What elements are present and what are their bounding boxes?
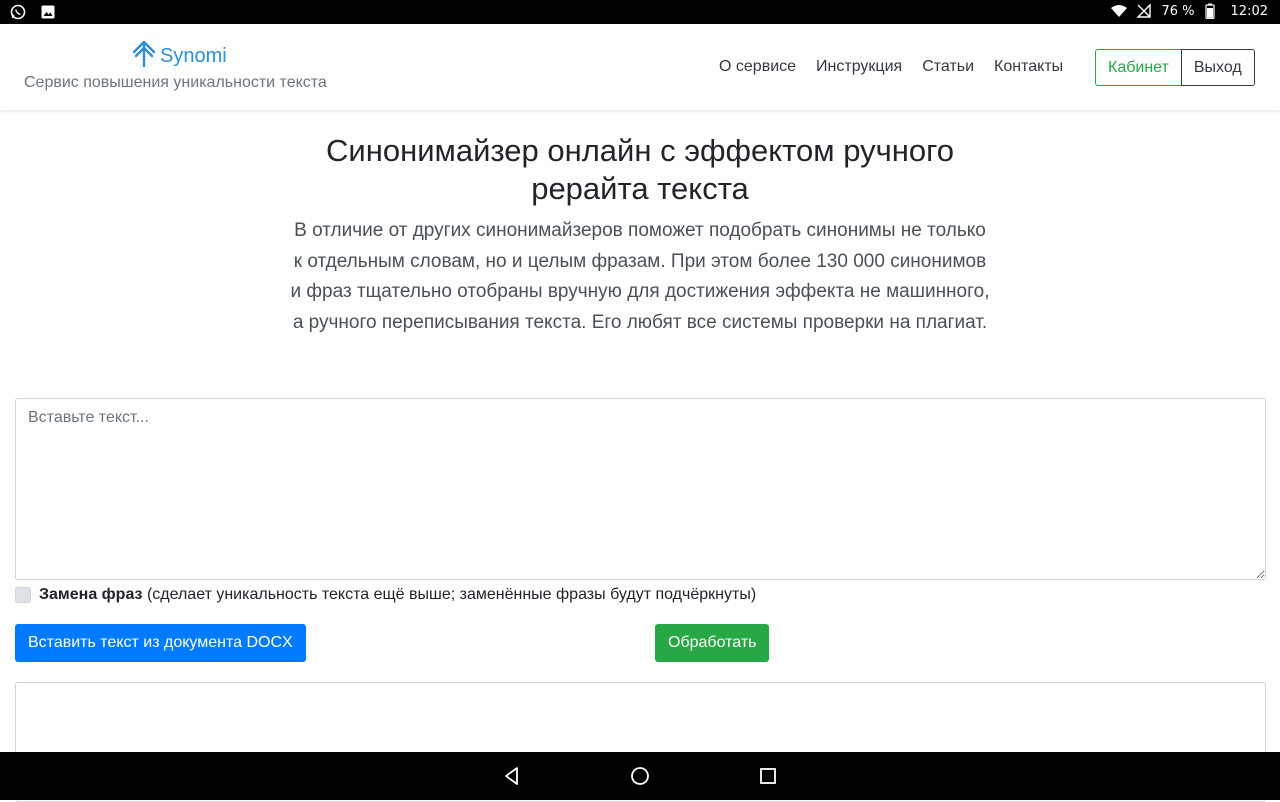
brand-logo[interactable]: Synomi: [132, 40, 227, 73]
nav-contacts[interactable]: Контакты: [994, 58, 1063, 76]
whatsapp-icon: [10, 4, 26, 20]
main-nav: О сервисе Инструкция Статьи Контакты: [719, 58, 1063, 76]
page-title: Синонимайзер онлайн с эффектом ручного р…: [326, 133, 954, 206]
account-buttons: Кабинет Выход: [1095, 49, 1255, 86]
insert-docx-button[interactable]: Вставить текст из документа DOCX: [15, 624, 306, 662]
phrase-replace-hint: (сделает уникальность текста ещё выше; з…: [146, 586, 757, 603]
phrase-replace-checkbox[interactable]: [15, 587, 31, 603]
battery-percent: 76 %: [1161, 3, 1195, 19]
brand-name: Synomi: [160, 45, 227, 67]
android-nav-bar: [0, 752, 1280, 800]
recents-icon[interactable]: [758, 766, 778, 786]
nav-instructions[interactable]: Инструкция: [816, 58, 902, 76]
source-text-input[interactable]: [15, 398, 1266, 580]
tree-logo-icon: [132, 40, 156, 73]
site-header: Synomi Сервис повышения уникальности тек…: [0, 24, 1280, 110]
back-icon[interactable]: [502, 766, 522, 786]
logout-button[interactable]: Выход: [1180, 49, 1255, 86]
site-tagline: Сервис повышения уникальности текста: [24, 74, 327, 91]
phrase-replace-option: Замена фраз (сделает уникальность текста…: [15, 586, 756, 604]
clock: 12:02: [1230, 3, 1268, 19]
cabinet-button[interactable]: Кабинет: [1095, 49, 1182, 86]
status-bar: 76 % 12:02: [0, 0, 1280, 24]
nav-articles[interactable]: Статьи: [922, 58, 974, 76]
wifi-icon: [1110, 3, 1127, 19]
nav-about[interactable]: О сервисе: [719, 58, 796, 76]
battery-icon: [1204, 3, 1221, 20]
home-icon[interactable]: [630, 766, 650, 786]
process-button[interactable]: Обработать: [655, 624, 770, 662]
phrase-replace-label: Замена фраз: [39, 586, 143, 603]
no-signal-icon: [1135, 3, 1152, 19]
page-description: В отличие от других синонимайзеров помож…: [290, 220, 990, 333]
image-icon: [40, 4, 56, 20]
